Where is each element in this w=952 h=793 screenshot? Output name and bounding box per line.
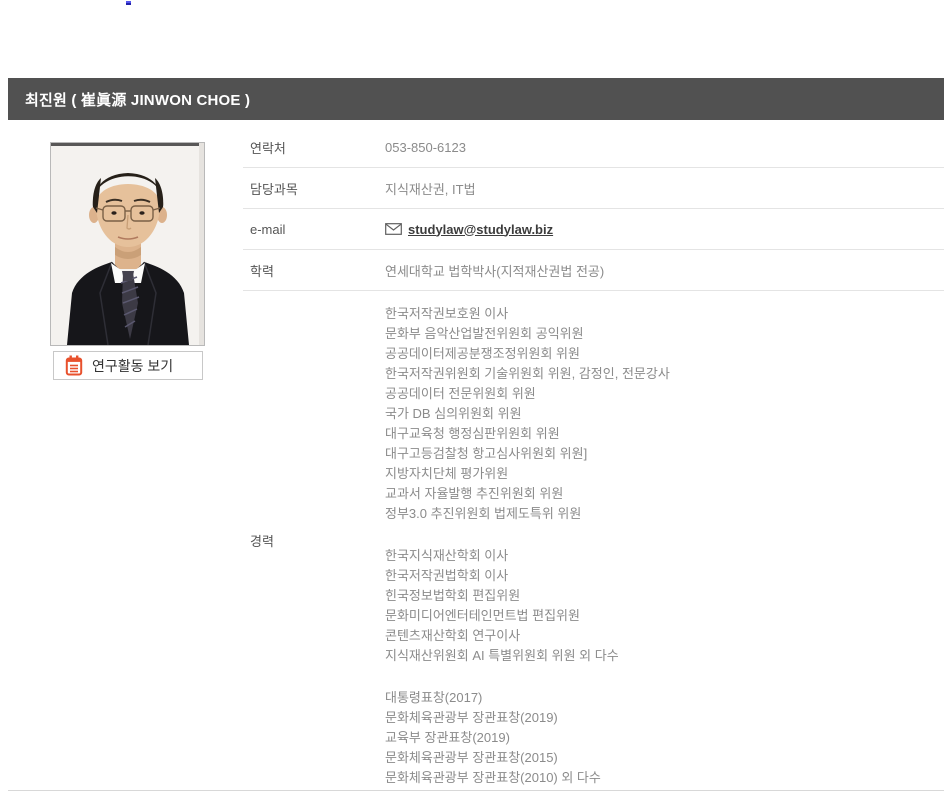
career-label: 경력 — [243, 291, 385, 790]
email-link[interactable]: studylaw@studylaw.biz — [385, 222, 553, 237]
education-label: 학력 — [243, 261, 385, 280]
row-contact: 연락처 053-850-6123 — [243, 127, 944, 168]
row-email: e-mail studylaw@studylaw.biz — [243, 209, 944, 250]
portrait-image — [51, 143, 204, 345]
education-value: 연세대학교 법학박사(지적재산권법 전공) — [385, 261, 604, 280]
row-career: 경력 한국저작권보호원 이사 문화부 음악산업발전위원회 공익위원 공공데이터제… — [243, 291, 944, 790]
page-title: 최진원 ( 崔眞源 JINWON CHOE ) — [25, 89, 250, 110]
contact-label: 연락처 — [243, 138, 385, 157]
research-activity-label: 연구활동 보기 — [92, 356, 173, 376]
research-activity-button[interactable]: 연구활동 보기 — [53, 351, 203, 380]
career-content: 한국저작권보호원 이사 문화부 음악산업발전위원회 공익위원 공공데이터제공분쟁… — [385, 291, 670, 790]
profile-photo — [50, 142, 205, 346]
email-address: studylaw@studylaw.biz — [408, 222, 553, 237]
contact-value: 053-850-6123 — [385, 140, 466, 155]
profile-info-table: 연락처 053-850-6123 담당과목 지식재산권, IT법 e-mail … — [243, 127, 944, 790]
career-block-committees: 한국저작권보호원 이사 문화부 음악산업발전위원회 공익위원 공공데이터제공분쟁… — [385, 304, 670, 524]
bottom-divider — [8, 790, 944, 791]
subjects-value: 지식재산권, IT법 — [385, 179, 476, 198]
tiny-blue-artifact — [126, 1, 131, 5]
email-label: e-mail — [243, 222, 385, 237]
row-subjects: 담당과목 지식재산권, IT법 — [243, 168, 944, 209]
notepad-icon — [65, 355, 83, 376]
row-education: 학력 연세대학교 법학박사(지적재산권법 전공) — [243, 250, 944, 291]
profile-header-bar: 최진원 ( 崔眞源 JINWON CHOE ) — [8, 78, 944, 120]
career-block-societies: 한국지식재산학회 이사 한국저작권법학회 이사 힌국정보법학회 편집위원 문화미… — [385, 546, 670, 666]
career-block-awards: 대통령표창(2017) 문화체육관광부 장관표창(2019) 교육부 장관표창(… — [385, 688, 670, 788]
subjects-label: 담당과목 — [243, 179, 385, 198]
envelope-icon — [385, 223, 402, 235]
